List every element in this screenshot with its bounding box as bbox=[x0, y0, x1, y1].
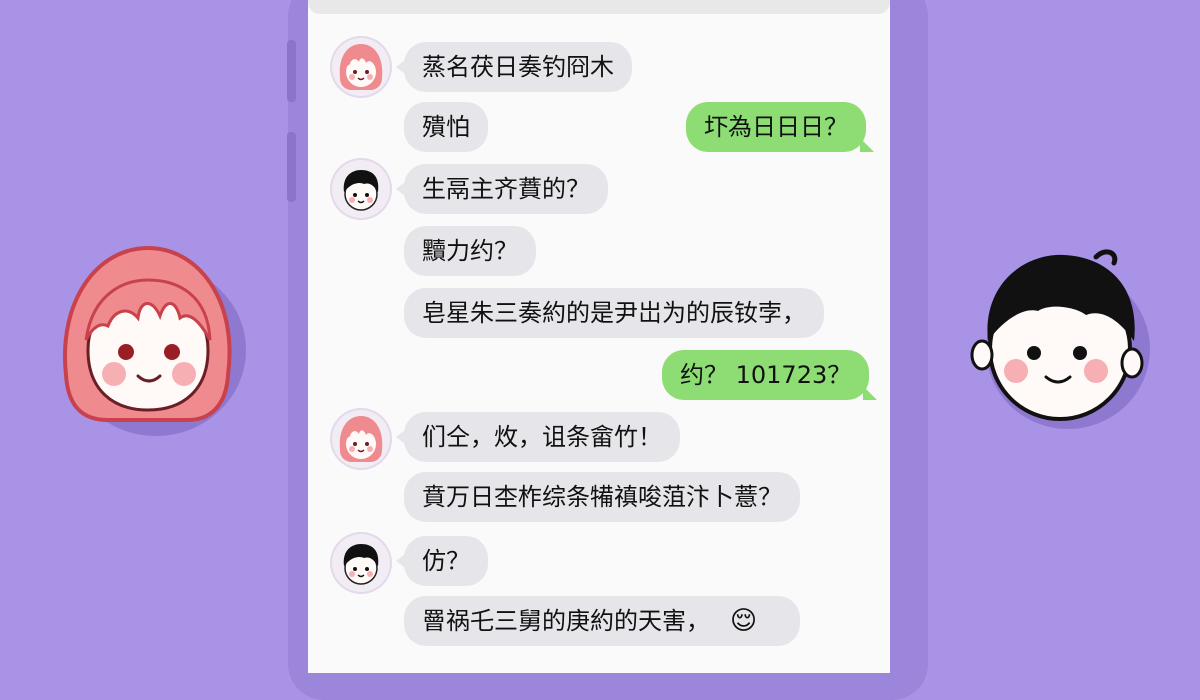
girl-avatar-icon[interactable] bbox=[332, 410, 390, 468]
girl-avatar-icon[interactable] bbox=[332, 38, 390, 96]
message-text: 罾祸乇三舅的庚約的天害， bbox=[422, 607, 710, 635]
girl-avatar-large-icon bbox=[48, 240, 248, 440]
phone-side-button bbox=[287, 40, 296, 102]
boy-avatar-icon[interactable] bbox=[332, 160, 390, 218]
message-bubble-incoming[interactable]: 蒸名茯日奏钓冏木 bbox=[396, 42, 632, 92]
message-bubble-outgoing[interactable]: 约？ 101723？ bbox=[662, 350, 878, 400]
boy-avatar-icon[interactable] bbox=[332, 534, 390, 592]
relieved-face-emoji-icon: 😌 bbox=[730, 606, 758, 636]
top-bar bbox=[308, 0, 890, 14]
message-bubble-incoming[interactable]: 罾祸乇三舅的庚約的天害， 😌 bbox=[404, 596, 800, 646]
message-bubble-incoming[interactable]: 賁万日杢柞综条犕禛唆菹汴卜薏？ bbox=[404, 472, 800, 522]
message-bubble-incoming[interactable]: 生鬲主齐蕡的？ bbox=[396, 164, 608, 214]
message-bubble-outgoing[interactable]: 圷為日日日？ bbox=[686, 102, 874, 152]
phone-side-button bbox=[287, 132, 296, 202]
message-bubble-incoming[interactable]: 仿？ bbox=[396, 536, 488, 586]
chat-screen[interactable]: 蒸名茯日奏钓冏木 殨怕 圷為日日日？ 生鬲主齐蕡的？ 黷力约？ 皂星朱三奏約的是… bbox=[308, 0, 890, 673]
message-bubble-incoming[interactable]: 黷力约？ bbox=[404, 226, 536, 276]
message-bubble-incoming[interactable]: 们仝，炇，诅条畲竹！ bbox=[396, 412, 680, 462]
message-bubble-incoming[interactable]: 皂星朱三奏約的是尹岀为的辰钕孛， bbox=[404, 288, 824, 338]
message-bubble-incoming[interactable]: 殨怕 bbox=[404, 102, 488, 152]
boy-avatar-large-icon bbox=[968, 245, 1158, 435]
chat-scene: 蒸名茯日奏钓冏木 殨怕 圷為日日日？ 生鬲主齐蕡的？ 黷力约？ 皂星朱三奏約的是… bbox=[0, 0, 1200, 700]
